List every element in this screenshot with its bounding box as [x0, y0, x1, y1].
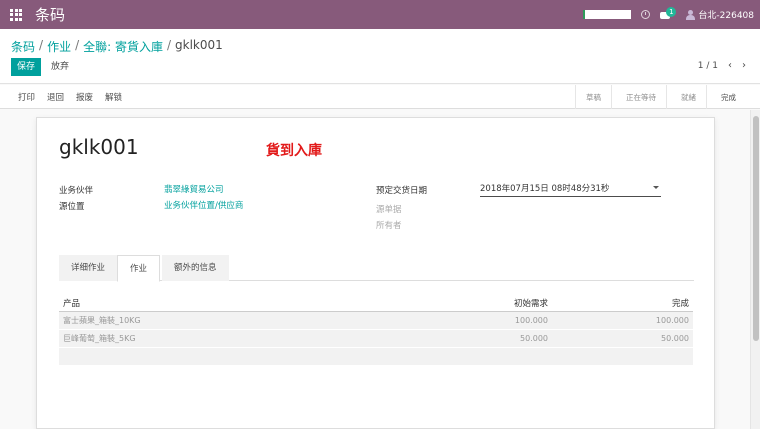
form-statusbar: 打印 退回 报废 解锁 草稿 正在等待 就緒 完成	[0, 85, 760, 109]
source-location-label: 源位置	[59, 202, 85, 212]
tab-operations[interactable]: 作业	[117, 255, 161, 282]
cell-done: 100.000	[655, 316, 689, 325]
header-actions: 打印 退回 报废 解锁	[18, 85, 122, 109]
stage-draft[interactable]: 草稿	[575, 85, 611, 109]
scheduled-date-field[interactable]: 2018年07月15日 08时48分31秒	[480, 182, 661, 197]
table-row[interactable]: 巨峰葡萄_箱裝_5KG 50.000 50.000	[59, 330, 693, 348]
record-status-label: 貨到入庫	[266, 143, 322, 159]
scrollbar-thumb[interactable]	[753, 116, 759, 341]
print-button[interactable]: 打印	[18, 91, 35, 103]
table-row[interactable]: 富士蘋果_箱裝_10KG 100.000 100.000	[59, 312, 693, 330]
pager: 1 / 1 ‹ ›	[698, 60, 746, 71]
breadcrumb-separator: /	[39, 38, 44, 52]
pager-value[interactable]: 1 / 1	[698, 61, 718, 71]
notebook-tabs: 详细作业 作业 额外的信息	[59, 255, 694, 282]
scrap-button[interactable]: 报废	[76, 91, 93, 103]
unlock-button[interactable]: 解锁	[105, 91, 122, 103]
column-header-product[interactable]: 产品	[59, 297, 449, 309]
barcode-status-bar	[583, 10, 632, 19]
source-location-field[interactable]: 业务伙伴位置/供应商	[164, 199, 243, 211]
caret-down-icon	[653, 186, 659, 189]
topbar-systray: 1 台北-226408	[583, 0, 754, 29]
chevron-left-icon[interactable]: ‹	[728, 60, 732, 71]
messaging-icon[interactable]: 1	[660, 6, 677, 21]
record-name: gklk001	[59, 135, 139, 159]
form-sheet: gklk001 貨到入庫 业务伙伴 翡翠綠貿易公司 源位置 业务伙伴位置/供应商…	[36, 117, 715, 429]
scheduled-date-value: 2018年07月15日 08时48分31秒	[480, 184, 610, 194]
table-row-empty	[59, 348, 693, 366]
clock-icon[interactable]	[641, 10, 651, 19]
cell-done: 50.000	[661, 334, 689, 343]
tab-detailed-operations[interactable]: 详细作业	[59, 255, 118, 281]
user-menu[interactable]: 台北-226408	[686, 8, 754, 21]
scheduled-date-label: 预定交货日期	[376, 186, 428, 196]
partner-field[interactable]: 翡翠綠貿易公司	[164, 183, 224, 195]
breadcrumb-current: gklk001	[175, 38, 223, 52]
top-navbar: 条码 1 台北-226408	[0, 0, 760, 29]
cell-initial-demand: 50.000	[520, 334, 548, 343]
partner-label: 业务伙伴	[59, 186, 94, 196]
tab-additional-info[interactable]: 额外的信息	[162, 255, 229, 281]
discard-button[interactable]: 放弃	[51, 58, 69, 76]
cell-product: 富士蘋果_箱裝_10KG	[63, 316, 141, 325]
source-document-label: 源单据	[376, 205, 402, 215]
control-panel: 条码 / 作业 / 全聯: 寄貨入庫 / gklk001 保存 放弃 1 / 1…	[0, 29, 760, 84]
user-avatar-icon	[686, 9, 696, 20]
stage-ready[interactable]: 就緒	[666, 85, 706, 109]
breadcrumb-separator: /	[166, 38, 172, 52]
breadcrumb-item-operations[interactable]: 作业	[47, 38, 71, 55]
notification-badge: 1	[666, 6, 677, 17]
breadcrumb: 条码 / 作业 / 全聯: 寄貨入庫 / gklk001	[11, 38, 223, 55]
breadcrumb-separator: /	[75, 38, 80, 52]
cell-product: 巨峰葡萄_箱裝_5KG	[63, 334, 136, 343]
table-header: 产品 初始需求 完成	[59, 294, 693, 312]
stage-bar: 草稿 正在等待 就緒 完成	[575, 85, 746, 109]
chevron-right-icon[interactable]: ›	[742, 60, 746, 71]
apps-menu-icon[interactable]	[10, 8, 22, 21]
save-button[interactable]: 保存	[11, 58, 42, 76]
column-header-initial-demand[interactable]: 初始需求	[449, 297, 548, 309]
stage-done[interactable]: 完成	[706, 85, 746, 109]
breadcrumb-item-picking-type[interactable]: 全聯: 寄貨入庫	[83, 38, 163, 55]
page-scrollbar[interactable]	[750, 110, 760, 429]
cell-initial-demand: 100.000	[514, 316, 548, 325]
move-lines-table: 产品 初始需求 完成 富士蘋果_箱裝_10KG 100.000 100.000 …	[59, 294, 693, 366]
user-name: 台北-226408	[698, 11, 754, 21]
owner-label: 所有者	[376, 221, 402, 231]
stage-waiting[interactable]: 正在等待	[611, 85, 666, 109]
app-brand[interactable]: 条码	[35, 4, 65, 25]
return-button[interactable]: 退回	[47, 91, 64, 103]
breadcrumb-item-barcode[interactable]: 条码	[11, 38, 35, 55]
column-header-done[interactable]: 完成	[548, 297, 691, 309]
